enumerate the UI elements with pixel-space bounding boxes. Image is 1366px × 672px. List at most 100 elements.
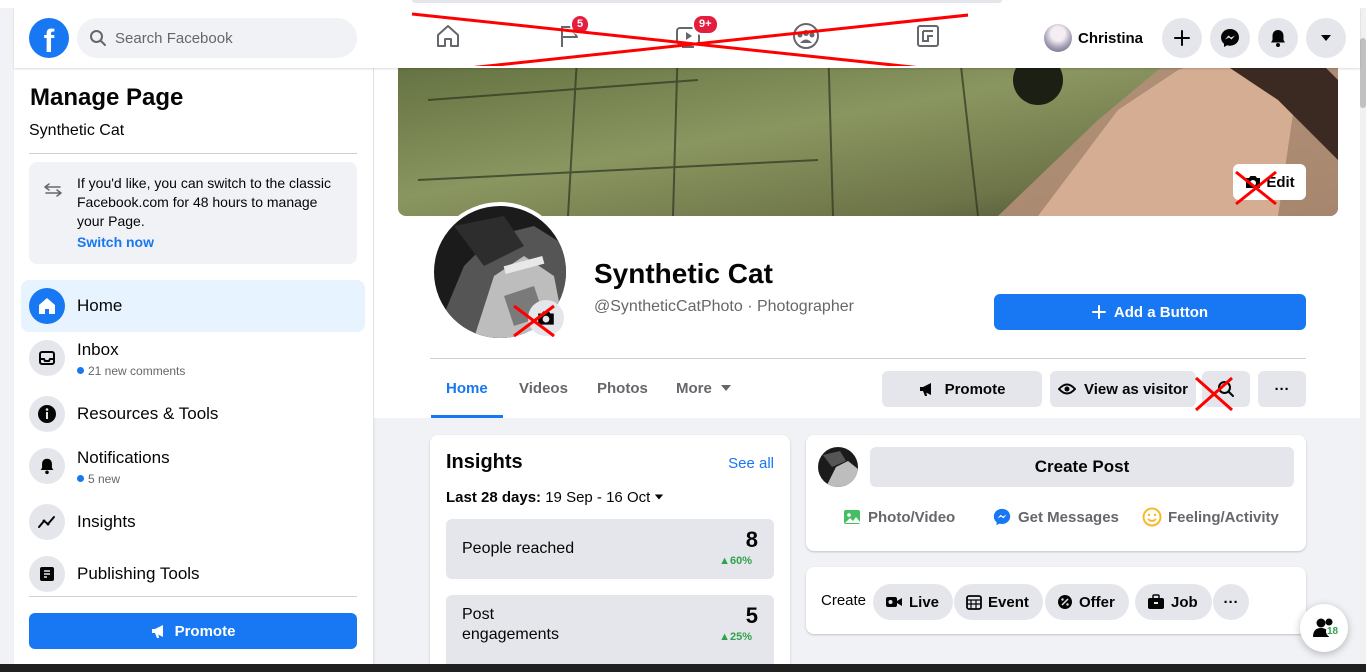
stat-label: Post engagements — [462, 606, 559, 643]
groups-nav-icon[interactable] — [792, 22, 820, 52]
home-nav-icon[interactable] — [434, 22, 462, 52]
briefcase-icon — [1148, 594, 1164, 609]
photo-video-button[interactable]: Photo/Video — [842, 507, 955, 527]
sidebar-item-label: Publishing Tools — [77, 564, 200, 583]
sidebar-item-home[interactable]: Home — [21, 280, 365, 332]
switch-arrows-icon — [44, 183, 62, 197]
messenger-icon — [993, 508, 1011, 526]
sidebar-promote-button[interactable]: Promote — [29, 613, 357, 649]
insights-trend-icon — [29, 504, 65, 540]
range-label: Last 28 days: — [446, 489, 542, 506]
stat-post-engagements[interactable]: Post engagements 5 ▲25% — [446, 595, 774, 671]
stat-change: ▲60% — [719, 555, 752, 567]
stat-people-reached[interactable]: People reached 8 ▲60% — [446, 519, 774, 579]
search-icon — [90, 30, 106, 46]
people-floating-button[interactable]: 18 — [1300, 604, 1348, 652]
os-taskbar-edge — [0, 664, 1366, 672]
create-label: Create — [821, 592, 867, 609]
view-as-visitor-button[interactable]: View as visitor — [1050, 371, 1196, 407]
create-offer-button[interactable]: Offer — [1045, 584, 1129, 620]
new-dot — [77, 367, 84, 374]
tabs-divider — [430, 358, 1306, 359]
calendar-icon — [966, 595, 982, 610]
stat-value: 5 — [745, 603, 758, 628]
date-range-selector[interactable]: Last 28 days: 19 Sep - 16 Oct — [446, 489, 664, 506]
inbox-new-count: 21 new comments — [77, 364, 185, 378]
plus-icon — [1174, 30, 1190, 46]
sidebar-item-inbox[interactable]: Inbox 21 new comments — [21, 332, 365, 384]
sidebar-page-name[interactable]: Synthetic Cat — [29, 122, 124, 140]
inbox-icon — [29, 340, 65, 376]
pages-nav-icon[interactable]: 5 — [556, 14, 591, 52]
bell-icon — [29, 448, 65, 484]
facebook-logo-icon[interactable]: f — [29, 18, 69, 58]
search-input[interactable] — [115, 29, 335, 47]
gaming-nav-icon[interactable] — [914, 22, 942, 52]
notifications-new-count: 5 new — [77, 472, 120, 486]
smiley-icon — [1142, 507, 1162, 527]
info-icon — [29, 396, 65, 432]
new-dot — [77, 475, 84, 482]
feeling-activity-button[interactable]: Feeling/Activity — [1142, 507, 1279, 527]
range-value: 19 Sep - 16 Oct — [545, 489, 651, 506]
top-strip-bar — [412, 0, 1002, 3]
page-handle: @SyntheticCatPhoto · Photographer — [594, 298, 854, 315]
sidebar-item-insights[interactable]: Insights — [21, 496, 365, 548]
create-plus-button[interactable] — [1162, 18, 1202, 58]
add-a-button[interactable]: Add a Button — [994, 294, 1306, 330]
sidebar-title: Manage Page — [30, 84, 184, 111]
page-avatar — [818, 447, 858, 487]
red-cross-annotation-photo — [513, 304, 555, 338]
get-messages-button[interactable]: Get Messages — [992, 507, 1119, 527]
tab-more[interactable]: More — [661, 368, 747, 418]
page-scrollbar[interactable] — [1360, 8, 1366, 664]
scrollbar-thumb[interactable] — [1360, 38, 1366, 108]
create-more-button[interactable]: ··· — [1213, 584, 1249, 620]
video-camera-icon — [886, 597, 902, 607]
account-menu-button[interactable] — [1306, 18, 1346, 58]
messenger-icon — [1221, 29, 1239, 47]
create-options-card: Create Live Event Offer Job ··· — [806, 567, 1306, 634]
user-avatar — [1044, 24, 1072, 52]
tab-videos[interactable]: Videos — [504, 368, 583, 418]
user-name: Christina — [1078, 29, 1144, 47]
sidebar-item-label: Insights — [77, 512, 136, 531]
switch-notice-text: If you'd like, you can switch to the cla… — [77, 175, 332, 229]
megaphone-icon — [919, 383, 931, 396]
promote-label: Promote — [174, 622, 236, 640]
sidebar-item-publishing-tools[interactable]: Publishing Tools — [21, 548, 365, 600]
add-button-label: Add a Button — [1113, 303, 1209, 321]
sidebar-item-resources[interactable]: Resources & Tools — [21, 388, 365, 440]
notifications-button[interactable] — [1258, 18, 1298, 58]
sidebar-item-label: Inbox — [77, 340, 119, 359]
create-job-button[interactable]: Job — [1135, 584, 1212, 620]
sidebar-item-label: Resources & Tools — [77, 404, 219, 423]
plus-icon — [1091, 305, 1106, 319]
create-event-button[interactable]: Event — [954, 584, 1043, 620]
sidebar-item-notifications[interactable]: Notifications 5 new — [21, 440, 365, 492]
caret-down-icon — [721, 385, 732, 391]
tab-photos[interactable]: Photos — [582, 368, 663, 418]
bell-icon — [1271, 30, 1285, 47]
red-cross-annotation-search — [1195, 376, 1233, 412]
tab-home[interactable]: Home — [431, 368, 503, 418]
page-name: Synthetic Cat — [594, 258, 773, 289]
stat-change: ▲25% — [719, 631, 752, 643]
more-options-button[interactable]: ··· — [1258, 371, 1306, 407]
sidebar-divider — [29, 153, 357, 154]
promote-label: Promote — [944, 380, 1006, 398]
search-box[interactable] — [77, 18, 357, 58]
see-all-link[interactable]: See all — [728, 455, 774, 472]
megaphone-icon — [151, 625, 163, 638]
sidebar-item-label: Home — [77, 296, 123, 315]
profile-chip[interactable]: Christina — [1044, 22, 1143, 54]
offer-badge-icon — [1058, 595, 1072, 609]
switch-now-link[interactable]: Switch now — [77, 234, 154, 250]
watch-nav-icon[interactable]: 9+ — [674, 14, 719, 52]
caret-down-icon — [1321, 35, 1331, 41]
create-post-button[interactable]: Create Post — [870, 447, 1294, 487]
up-arrow-icon: ▲ — [719, 631, 730, 643]
promote-button[interactable]: Promote — [882, 371, 1042, 407]
create-live-button[interactable]: Live — [873, 584, 954, 620]
messenger-button[interactable] — [1210, 18, 1250, 58]
